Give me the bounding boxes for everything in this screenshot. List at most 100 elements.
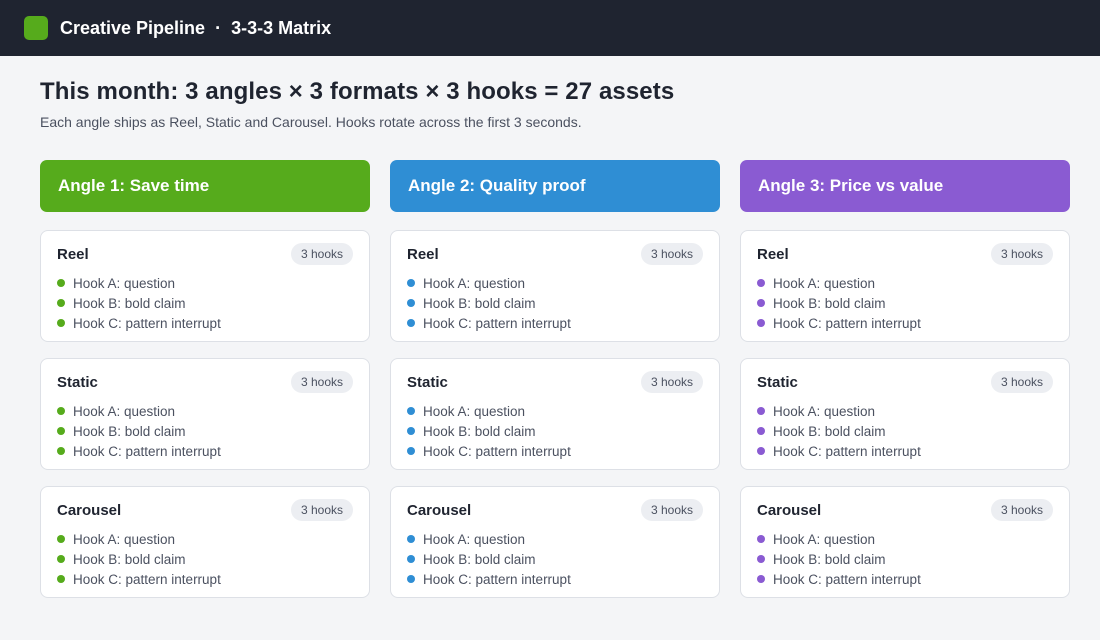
angle-column-1: Angle 1: Save time Reel 3 hooks Hook A: que…	[40, 160, 370, 598]
hook-list: Hook A: question Hook B: bold claim Hook C…	[57, 529, 353, 589]
list-item: Hook A: question	[407, 401, 703, 421]
hook-label: Hook C: pattern interrupt	[73, 571, 221, 587]
app-logo-icon	[24, 16, 48, 40]
hook-label: Hook B: bold claim	[423, 423, 536, 439]
bullet-dot-icon	[757, 447, 765, 455]
hook-label: Hook A: question	[423, 403, 526, 419]
format-title: Carousel	[757, 501, 822, 519]
hook-count-badge: 3 hooks	[640, 371, 703, 393]
list-item: Hook B: bold claim	[757, 549, 1053, 569]
format-card-reel[interactable]: Reel 3 hooks Hook A: question Hook B: bold …	[390, 230, 720, 342]
hook-label: Hook C: pattern interrupt	[423, 315, 571, 331]
hook-label: Hook A: question	[773, 403, 876, 419]
list-item: Hook A: question	[57, 529, 353, 549]
bullet-dot-icon	[407, 407, 415, 415]
bullet-dot-icon	[57, 279, 65, 287]
hook-count-badge: 3 hooks	[990, 371, 1053, 393]
bullet-dot-icon	[407, 555, 415, 563]
format-title: Static	[407, 373, 448, 391]
list-item: Hook C: pattern interrupt	[757, 313, 1053, 333]
bullet-dot-icon	[407, 279, 415, 287]
list-item: Hook A: question	[757, 273, 1053, 293]
format-card-carousel[interactable]: Carousel 3 hooks Hook A: question Hook B: b…	[390, 486, 720, 598]
hook-label: Hook A: question	[773, 531, 876, 547]
angle-header[interactable]: Angle 2: Quality proof	[390, 160, 720, 212]
hook-count-badge: 3 hooks	[290, 243, 353, 265]
list-item: Hook C: pattern interrupt	[757, 569, 1053, 589]
bullet-dot-icon	[407, 427, 415, 435]
hook-label: Hook A: question	[73, 403, 176, 419]
hook-label: Hook C: pattern interrupt	[773, 315, 921, 331]
format-title: Reel	[57, 245, 89, 263]
bullet-dot-icon	[407, 299, 415, 307]
list-item: Hook A: question	[57, 273, 353, 293]
bullet-dot-icon	[57, 535, 65, 543]
format-card-static[interactable]: Static 3 hooks Hook A: question Hook B: bol…	[390, 358, 720, 470]
format-title: Reel	[407, 245, 439, 263]
top-bar: Creative Pipeline · 3-3-3 Matrix	[0, 0, 1100, 56]
list-item: Hook C: pattern interrupt	[757, 441, 1053, 461]
hook-label: Hook C: pattern interrupt	[773, 443, 921, 459]
hook-label: Hook B: bold claim	[423, 551, 536, 567]
hook-list: Hook A: question Hook B: bold claim Hook C…	[757, 529, 1053, 589]
hook-list: Hook A: question Hook B: bold claim Hook C…	[57, 401, 353, 461]
angle-column-3: Angle 3: Price vs value Reel 3 hooks Hook A…	[740, 160, 1070, 598]
hook-label: Hook C: pattern interrupt	[773, 571, 921, 587]
app-title: Creative Pipeline	[60, 17, 206, 38]
hook-count-badge: 3 hooks	[990, 243, 1053, 265]
list-item: Hook C: pattern interrupt	[407, 313, 703, 333]
list-item: Hook A: question	[57, 401, 353, 421]
format-card-carousel[interactable]: Carousel 3 hooks Hook A: question Hook B: b…	[740, 486, 1070, 598]
format-card-reel[interactable]: Reel 3 hooks Hook A: question Hook B: bold …	[40, 230, 370, 342]
hook-label: Hook C: pattern interrupt	[423, 571, 571, 587]
hook-count-badge: 3 hooks	[290, 499, 353, 521]
hook-label: Hook B: bold claim	[73, 423, 186, 439]
angle-column-2: Angle 2: Quality proof Reel 3 hooks Hook A:…	[390, 160, 720, 598]
list-item: Hook B: bold claim	[57, 421, 353, 441]
list-item: Hook B: bold claim	[57, 549, 353, 569]
hook-label: Hook A: question	[73, 531, 176, 547]
list-item: Hook B: bold claim	[57, 293, 353, 313]
hook-label: Hook C: pattern interrupt	[73, 315, 221, 331]
bullet-dot-icon	[757, 535, 765, 543]
list-item: Hook C: pattern interrupt	[407, 569, 703, 589]
angle-header[interactable]: Angle 1: Save time	[40, 160, 370, 212]
angle-header[interactable]: Angle 3: Price vs value	[740, 160, 1070, 212]
bullet-dot-icon	[407, 535, 415, 543]
format-title: Static	[757, 373, 798, 391]
main-content: This month: 3 angles × 3 formats × 3 hoo…	[0, 56, 1100, 598]
list-item: Hook A: question	[407, 273, 703, 293]
format-title: Reel	[757, 245, 789, 263]
bullet-dot-icon	[57, 299, 65, 307]
app-subtitle: 3-3-3 Matrix	[231, 17, 332, 38]
list-item: Hook A: question	[407, 529, 703, 549]
format-card-carousel[interactable]: Carousel 3 hooks Hook A: question Hook B: b…	[40, 486, 370, 598]
list-item: Hook A: question	[757, 529, 1053, 549]
list-item: Hook B: bold claim	[757, 293, 1053, 313]
hook-list: Hook A: question Hook B: bold claim Hook C…	[407, 529, 703, 589]
format-title: Carousel	[407, 501, 472, 519]
hook-count-badge: 3 hooks	[290, 371, 353, 393]
format-card-static[interactable]: Static 3 hooks Hook A: question Hook B: bol…	[740, 358, 1070, 470]
hook-label: Hook B: bold claim	[773, 295, 886, 311]
bullet-dot-icon	[57, 447, 65, 455]
page-title: This month: 3 angles × 3 formats × 3 hoo…	[40, 78, 675, 105]
hook-label: Hook A: question	[423, 531, 526, 547]
list-item: Hook C: pattern interrupt	[57, 569, 353, 589]
list-item: Hook B: bold claim	[407, 549, 703, 569]
bullet-dot-icon	[407, 447, 415, 455]
format-card-static[interactable]: Static 3 hooks Hook A: question Hook B: bol…	[40, 358, 370, 470]
hook-label: Hook C: pattern interrupt	[423, 443, 571, 459]
bullet-dot-icon	[407, 575, 415, 583]
title-separator: ·	[215, 17, 222, 38]
list-item: Hook B: bold claim	[407, 421, 703, 441]
hook-list: Hook A: question Hook B: bold claim Hook C…	[407, 401, 703, 461]
list-item: Hook C: pattern interrupt	[57, 313, 353, 333]
format-card-reel[interactable]: Reel 3 hooks Hook A: question Hook B: bold …	[740, 230, 1070, 342]
bullet-dot-icon	[57, 555, 65, 563]
bullet-dot-icon	[57, 427, 65, 435]
bullet-dot-icon	[407, 319, 415, 327]
hook-label: Hook B: bold claim	[73, 551, 186, 567]
bullet-dot-icon	[757, 299, 765, 307]
bullet-dot-icon	[757, 319, 765, 327]
